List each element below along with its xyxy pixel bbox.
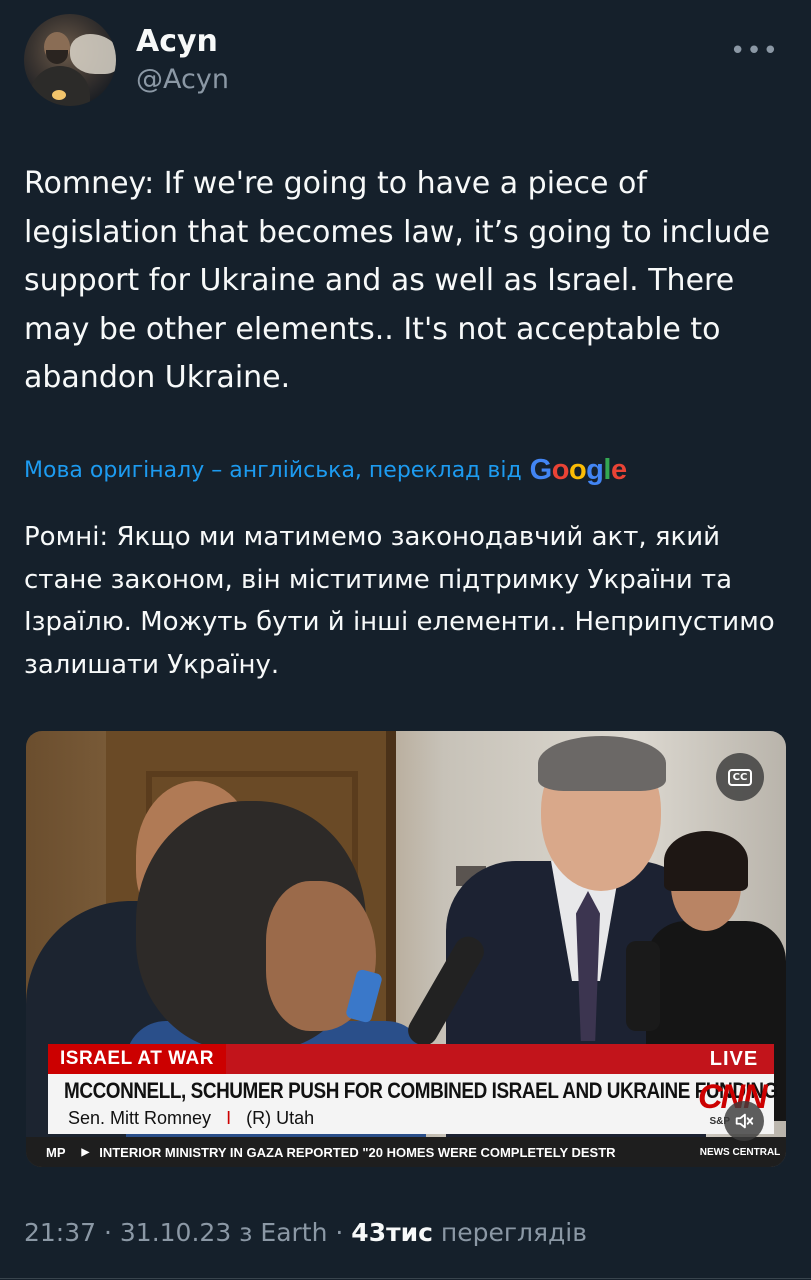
news-ticker: MP ▶ INTERIOR MINISTRY IN GAZA REPORTED …	[26, 1137, 786, 1167]
tweet-text: Romney: If we're going to have a piece o…	[24, 166, 770, 395]
news-subline: Sen. Mitt Romney I (R) Utah	[68, 1108, 315, 1128]
google-logo: Google	[529, 453, 627, 486]
view-count[interactable]: 43тис	[351, 1218, 433, 1247]
cc-icon: CC	[727, 768, 753, 786]
headline-box: MCCONNELL, SCHUMER PUSH FOR COMBINED ISR…	[48, 1074, 778, 1134]
view-count-label: переглядів	[432, 1218, 587, 1247]
news-headline: MCCONNELL, SCHUMER PUSH FOR COMBINED ISR…	[64, 1078, 778, 1103]
more-options-icon[interactable]: •••	[730, 36, 779, 66]
video-player[interactable]: CC ISRAEL AT WAR LIVE MCCONNELL, SCHUMER…	[26, 731, 786, 1167]
ticker-arrow-icon: ▶	[81, 1146, 90, 1158]
tweet-meta: 21:37 · 31.10.23 з Earth · 43тис перегля…	[24, 1218, 587, 1247]
tweet-time[interactable]: 21:37	[24, 1218, 96, 1247]
tweet-source: з Earth	[231, 1218, 328, 1247]
translated-text: Ромні: Якщо ми матимемо законодавчий акт…	[24, 522, 775, 680]
divider	[0, 1278, 811, 1279]
tweet-header: Acyn @Acyn •••	[24, 14, 787, 106]
live-badge: LIVE	[709, 1047, 759, 1070]
mute-button[interactable]	[724, 1101, 764, 1141]
tweet-date[interactable]: 31.10.23	[120, 1218, 231, 1247]
translation-note[interactable]: Мова оригіналу – англійська, переклад ві…	[24, 450, 784, 490]
closed-captions-button[interactable]: CC	[716, 753, 764, 801]
author-handle[interactable]: @Acyn	[136, 64, 229, 95]
news-lower-third: ISRAEL AT WAR LIVE MCCONNELL, SCHUMER PU…	[26, 1039, 786, 1167]
author-name[interactable]: Acyn	[136, 24, 218, 59]
ticker-text: INTERIOR MINISTRY IN GAZA REPORTED "20 H…	[99, 1144, 616, 1160]
author-avatar[interactable]	[24, 14, 116, 106]
breaking-tag: ISRAEL AT WAR	[48, 1044, 226, 1074]
ticker-brand: NEWS CENTRAL	[694, 1137, 786, 1167]
speaker-muted-icon	[735, 1113, 754, 1129]
translation-note-label[interactable]: Мова оригіналу – англійська, переклад ві…	[24, 458, 522, 483]
